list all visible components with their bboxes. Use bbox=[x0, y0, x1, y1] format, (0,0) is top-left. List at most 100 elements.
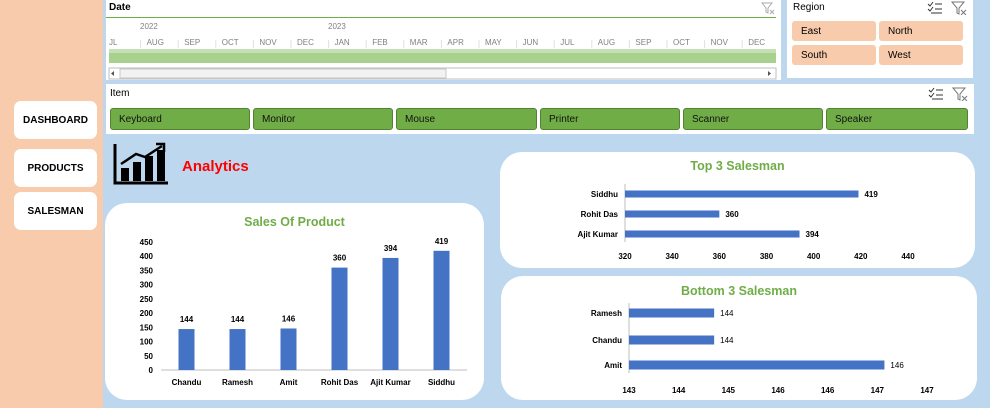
data-label: 146 bbox=[890, 361, 904, 370]
y-tick-label: Ramesh bbox=[591, 309, 622, 318]
sales-of-product-chart: 0 50 100 150 200 250 300 350 400 450 144 Chandu 144 R… bbox=[140, 237, 467, 387]
multi-select-icon[interactable] bbox=[928, 87, 944, 101]
x-tick-label: 360 bbox=[713, 252, 727, 261]
nav-products-button[interactable]: PRODUCTS bbox=[14, 149, 97, 187]
data-label: 144 bbox=[720, 336, 734, 345]
clear-filter-icon[interactable] bbox=[951, 1, 967, 15]
timeline-month-label: JL bbox=[109, 38, 118, 47]
timeline-month-label: JUN bbox=[523, 38, 539, 47]
timeline-year-label: 2022 bbox=[140, 22, 158, 31]
y-tick-label: Rohit Das bbox=[581, 210, 619, 219]
data-label: 394 bbox=[384, 244, 398, 253]
data-label: 146 bbox=[282, 314, 296, 323]
sales-of-product-chart-card: Sales Of Product 0 50 100 150 200 250 300 350 40… bbox=[105, 203, 484, 400]
data-label: 144 bbox=[180, 315, 194, 324]
x-tick-label: Chandu bbox=[172, 378, 202, 387]
item-scanner-button[interactable]: Scanner bbox=[683, 108, 823, 130]
item-speaker-button[interactable]: Speaker bbox=[826, 108, 968, 130]
timeline-month-label: OCT bbox=[222, 38, 239, 47]
region-west-button[interactable]: West bbox=[879, 45, 963, 65]
chart-bar bbox=[382, 257, 399, 370]
data-label: 419 bbox=[435, 237, 449, 246]
timeline-month-label: SEP bbox=[635, 38, 651, 47]
chart-bar bbox=[629, 335, 715, 345]
x-tick-label: 146 bbox=[771, 386, 785, 395]
timeline-month-label: AUG bbox=[598, 38, 615, 47]
date-slicer-title: Date bbox=[109, 2, 131, 13]
clear-filter-icon[interactable] bbox=[761, 1, 775, 15]
region-slicer-title: Region bbox=[793, 2, 825, 13]
item-monitor-button[interactable]: Monitor bbox=[253, 108, 393, 130]
chart-bar bbox=[229, 329, 246, 370]
y-tick-label: Amit bbox=[604, 361, 622, 370]
timeline-month-label: SEP bbox=[184, 38, 200, 47]
nav-dashboard-button[interactable]: DASHBOARD bbox=[14, 101, 97, 139]
item-mouse-button[interactable]: Mouse bbox=[396, 108, 537, 130]
analytics-title: Analytics bbox=[182, 158, 249, 175]
timeline-month-label: JUL bbox=[560, 38, 575, 47]
x-tick-label: 147 bbox=[871, 386, 885, 395]
x-tick-label: Siddhu bbox=[428, 378, 455, 387]
y-tick-label: 50 bbox=[144, 352, 153, 361]
bottom-3-salesman-chart: 143 144 145 146 146 147 147 Ramesh 144 Chandu 144 A… bbox=[591, 303, 934, 395]
region-north-button[interactable]: North bbox=[879, 21, 963, 41]
chart-bar bbox=[625, 230, 800, 238]
bar-chart-growth-icon bbox=[113, 142, 168, 185]
y-tick-label: 400 bbox=[140, 252, 154, 261]
timeline-month-label: NOV bbox=[259, 38, 277, 47]
x-tick-label: Amit bbox=[280, 378, 298, 387]
y-tick-label: 100 bbox=[140, 338, 154, 347]
timeline-month-label: MAY bbox=[485, 38, 502, 47]
timeline-month-label: AUG bbox=[147, 38, 164, 47]
chart-bar bbox=[178, 329, 195, 370]
chart-bar bbox=[331, 267, 348, 370]
x-tick-label: 143 bbox=[622, 386, 636, 395]
x-tick-label: 340 bbox=[665, 252, 679, 261]
chart-bar bbox=[433, 250, 450, 370]
timeline[interactable]: 2022 2023 JL AUG SEP OCT NOV DEC JAN FEB MAR APR M… bbox=[106, 18, 781, 80]
y-tick-label: Chandu bbox=[592, 336, 622, 345]
region-south-button[interactable]: South bbox=[792, 45, 876, 65]
chart-bar bbox=[625, 210, 720, 218]
y-tick-label: 150 bbox=[140, 323, 154, 332]
item-slicer-title: Item bbox=[110, 88, 130, 99]
x-tick-label: 320 bbox=[618, 252, 632, 261]
timeline-month-label: JAN bbox=[335, 38, 350, 47]
data-label: 394 bbox=[806, 230, 820, 239]
y-tick-label: 300 bbox=[140, 281, 154, 290]
x-tick-label: Rohit Das bbox=[321, 378, 359, 387]
chart-bar bbox=[280, 328, 297, 370]
y-tick-label: 450 bbox=[140, 238, 154, 247]
item-printer-button[interactable]: Printer bbox=[540, 108, 680, 130]
clear-filter-icon[interactable] bbox=[952, 87, 968, 101]
region-east-button[interactable]: East bbox=[792, 21, 876, 41]
chart-bar bbox=[625, 190, 859, 198]
multi-select-icon[interactable] bbox=[927, 1, 943, 15]
timeline-year-label: 2023 bbox=[328, 22, 346, 31]
x-tick-label: 380 bbox=[760, 252, 774, 261]
timeline-month-label: APR bbox=[447, 38, 464, 47]
x-tick-label: 145 bbox=[722, 386, 736, 395]
timeline-month-label: FEB bbox=[372, 38, 388, 47]
y-tick-label: Siddhu bbox=[591, 190, 618, 199]
timeline-month-label: NOV bbox=[711, 38, 729, 47]
nav-salesman-button[interactable]: SALESMAN bbox=[14, 192, 97, 230]
timeline-range-highlight bbox=[109, 49, 776, 53]
timeline-month-label: DEC bbox=[748, 38, 765, 47]
data-label: 419 bbox=[864, 190, 878, 199]
y-tick-label: Ajit Kumar bbox=[578, 230, 618, 239]
date-timeline-slicer: Date 2022 2023 JL AUG SEP OCT NOV DEC JAN FEB MA… bbox=[106, 0, 781, 80]
data-label: 144 bbox=[231, 315, 245, 324]
timeline-month-label: MAR bbox=[410, 38, 428, 47]
x-tick-label: 400 bbox=[807, 252, 821, 261]
item-keyboard-button[interactable]: Keyboard bbox=[110, 108, 250, 130]
x-tick-label: 440 bbox=[901, 252, 915, 261]
x-tick-label: 420 bbox=[854, 252, 868, 261]
x-tick-label: Ramesh bbox=[222, 378, 253, 387]
timeline-scrollbar-thumb[interactable] bbox=[119, 68, 447, 79]
y-tick-label: 0 bbox=[149, 366, 154, 375]
data-label: 144 bbox=[720, 309, 734, 318]
top-3-salesman-chart-card: Top 3 Salesman 320 340 360 380 400 420 440 Sidd… bbox=[500, 152, 975, 268]
y-tick-label: 200 bbox=[140, 309, 154, 318]
x-tick-label: Ajit Kumar bbox=[370, 378, 410, 387]
